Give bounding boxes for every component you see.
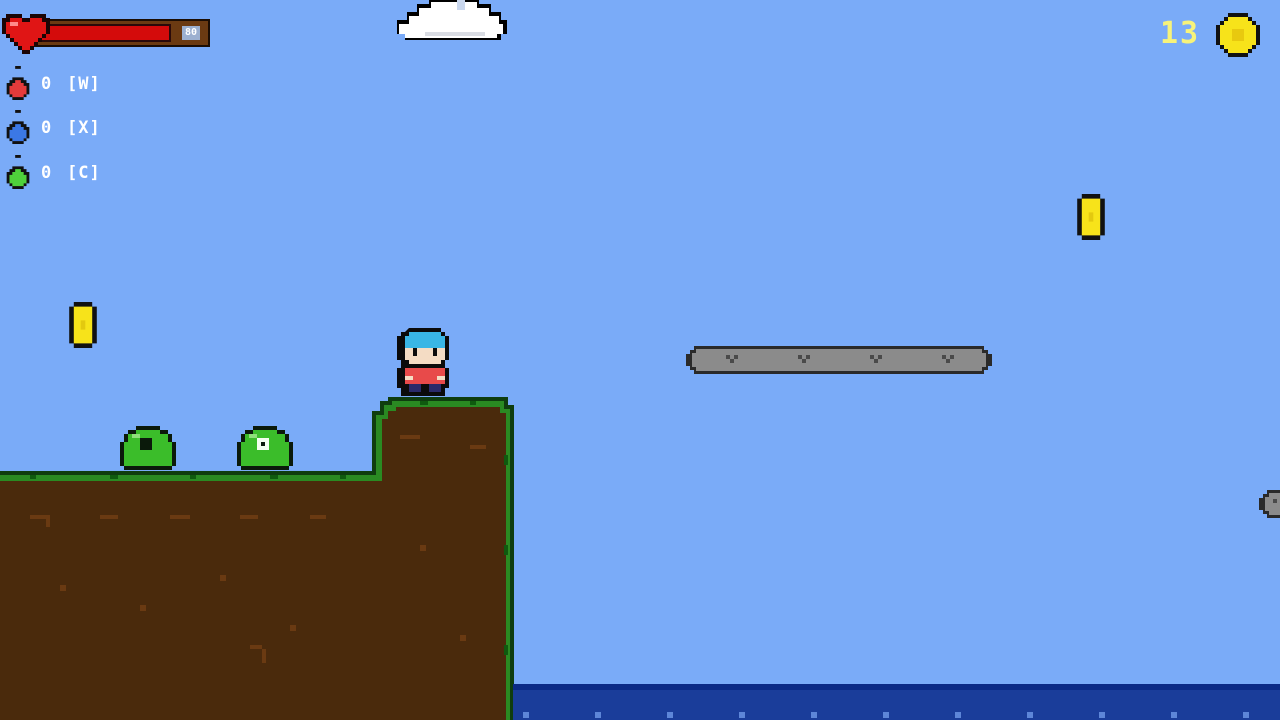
stone-platform (1259, 490, 1280, 518)
heart-icon (2, 14, 50, 54)
coin-icon (1216, 13, 1260, 57)
cloud (397, 0, 507, 40)
blue-potion-key: [X] (67, 118, 101, 138)
stone-platform (686, 346, 992, 374)
coin-pickup (1077, 194, 1105, 240)
potion-green-slot: 0 [C] (3, 155, 123, 189)
green-potion-count: 0 (41, 163, 53, 183)
blue-potion-icon (6, 110, 30, 144)
red-potion-key: [W] (67, 74, 101, 94)
health-bar: 80 (30, 19, 210, 47)
coin-count: 13 (1160, 16, 1201, 51)
potion-red-slot: 0 [W] (3, 66, 123, 100)
slime-enemy[interactable] (120, 426, 176, 470)
red-potion-count: 0 (41, 74, 53, 94)
player-character[interactable] (396, 328, 454, 396)
health-fill (35, 24, 172, 42)
potion-blue-slot: 0 [X] (3, 110, 123, 144)
water-surface (513, 684, 1280, 690)
green-potion-icon (6, 155, 30, 189)
health-value: 80 (181, 26, 200, 40)
slime-enemy[interactable] (237, 426, 293, 470)
green-potion-key: [C] (67, 163, 101, 183)
coin-pickup (69, 302, 97, 348)
red-potion-icon (6, 66, 30, 100)
blue-potion-count: 0 (41, 118, 53, 138)
water (513, 684, 1280, 720)
water-ripples (523, 712, 1249, 718)
